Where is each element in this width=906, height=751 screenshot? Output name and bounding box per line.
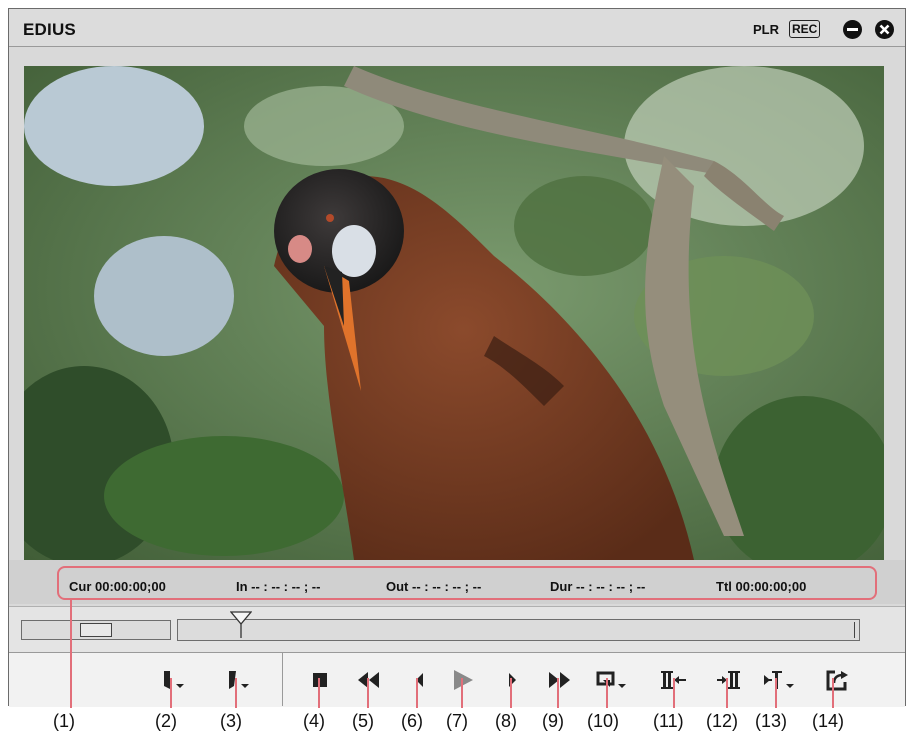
video-frame-image: [24, 66, 884, 560]
callout-label-7: (7): [446, 711, 468, 731]
close-button[interactable]: [875, 20, 894, 39]
callout-label-4: (4): [303, 711, 325, 731]
replace-icon: [764, 671, 794, 689]
timeline-end-marker: [854, 622, 855, 638]
app-title: EDIUS: [23, 20, 76, 39]
total-timecode: Ttl 00:00:00;00: [716, 579, 807, 594]
export-button[interactable]: [820, 663, 856, 697]
zoom-slider[interactable]: [21, 620, 171, 640]
set-in-point-button[interactable]: [154, 663, 190, 697]
callout-label-10: (10): [587, 711, 620, 731]
previous-frame-button[interactable]: [402, 663, 438, 697]
callout-line-1: [70, 600, 72, 708]
zoom-slider-thumb[interactable]: [80, 623, 112, 637]
stop-icon: [313, 673, 327, 687]
duration-timecode: Dur -- : -- : -- ; --: [550, 579, 646, 594]
callout-label-9: (9): [542, 711, 564, 731]
playhead-icon[interactable]: [230, 610, 252, 638]
position-bar[interactable]: [177, 611, 860, 641]
fast-forward-icon: [549, 672, 570, 688]
in-point-icon: [164, 671, 184, 689]
callout-label-8: (8): [495, 711, 517, 731]
callout-line-7: [461, 678, 463, 708]
video-preview[interactable]: [24, 66, 884, 560]
callout-line-2: [170, 678, 172, 708]
callout-label-14: (14): [812, 711, 845, 731]
title-bar: EDIUS PLR REC: [9, 9, 905, 47]
callout-line-8: [510, 678, 512, 708]
callout-label-5: (5): [352, 711, 374, 731]
insert-icon: [661, 671, 686, 689]
callout-label-6: (6): [401, 711, 423, 731]
callout-line-13: [775, 678, 777, 708]
step-forward-icon: [509, 673, 516, 687]
overwrite-icon: [717, 671, 740, 689]
callout-line-10: [606, 678, 608, 708]
timecode-bar: Cur 00:00:00;00 In -- : -- : -- ; -- Out…: [9, 560, 905, 604]
rewind-button[interactable]: [351, 663, 387, 697]
stop-button[interactable]: [302, 663, 338, 697]
set-out-point-button[interactable]: [219, 663, 255, 697]
out-point-icon: [229, 671, 249, 689]
in-timecode: In -- : -- : -- ; --: [236, 579, 321, 594]
loop-button[interactable]: [593, 663, 629, 697]
playback-controls: [9, 652, 905, 707]
callout-line-3: [235, 678, 237, 708]
step-back-icon: [416, 673, 423, 687]
export-icon: [826, 670, 848, 691]
out-timecode: Out -- : -- : -- ; --: [386, 579, 482, 594]
fast-forward-button[interactable]: [541, 663, 577, 697]
callout-label-2: (2): [155, 711, 177, 731]
play-button[interactable]: [445, 663, 481, 697]
rewind-icon: [358, 672, 379, 688]
callout-label-3: (3): [220, 711, 242, 731]
callout-label-11: (11): [653, 711, 684, 731]
overwrite-to-timeline-button[interactable]: [711, 663, 747, 697]
callout-line-11: [673, 678, 675, 708]
callout-line-12: [726, 678, 728, 708]
minimize-button[interactable]: [843, 20, 862, 39]
insert-to-timeline-button[interactable]: [658, 663, 694, 697]
next-frame-button[interactable]: [494, 663, 530, 697]
replace-clip-button[interactable]: [761, 663, 797, 697]
callout-line-6: [416, 678, 418, 708]
play-icon: [454, 670, 473, 690]
callout-line-9: [557, 678, 559, 708]
player-window: EDIUS PLR REC Cur 00:00:00;00 In --: --…: [8, 8, 906, 707]
loop-icon: [596, 671, 626, 688]
callout-label-12: (12): [706, 711, 739, 731]
callout-line-5: [367, 678, 369, 708]
callout-line-4: [318, 678, 320, 708]
callout-label-1: (1): [53, 711, 75, 731]
callout-label-13: (13): [755, 711, 788, 731]
position-row: [9, 606, 905, 652]
close-icon: [879, 24, 890, 35]
rec-mode-button[interactable]: REC: [789, 20, 821, 38]
callout-line-14: [832, 678, 834, 708]
plr-mode-button[interactable]: PLR: [753, 22, 779, 37]
current-timecode: Cur 00:00:00;00: [69, 579, 166, 594]
